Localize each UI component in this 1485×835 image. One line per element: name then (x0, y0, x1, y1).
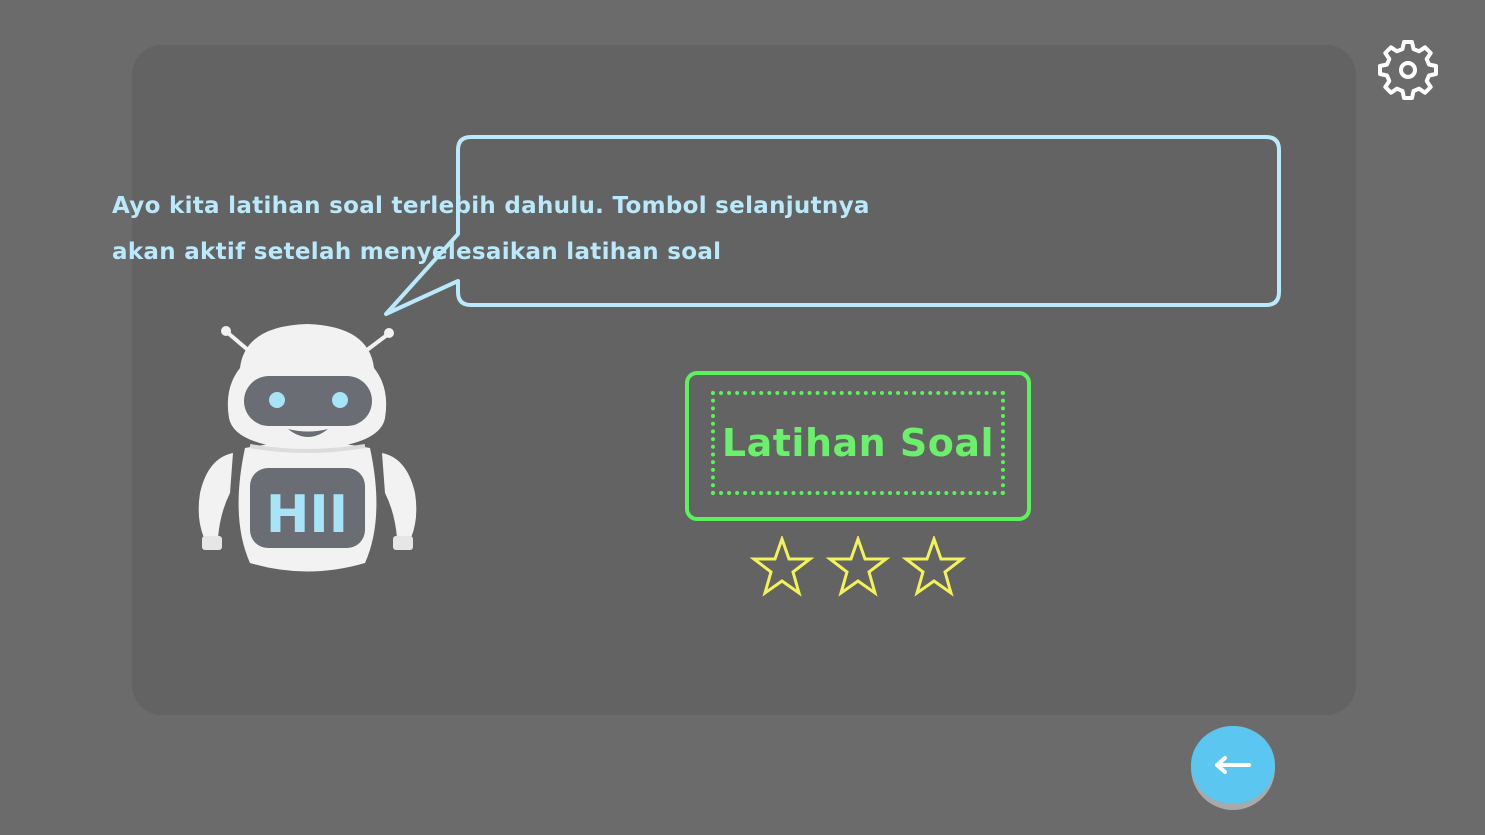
star-rating (750, 536, 966, 598)
robot-mascot: HII (190, 318, 425, 580)
star-outline-icon (750, 536, 814, 597)
screen: Ayo kita latihan soal terlebih dahulu. T… (0, 0, 1485, 835)
robot-arm-left (198, 453, 233, 538)
arrow-left-icon (1215, 756, 1251, 774)
gear-icon (1378, 40, 1438, 100)
robot-antenna-left (226, 331, 250, 352)
back-button-face (1191, 726, 1275, 804)
robot-antenna-right (365, 333, 389, 352)
robot-chest-label: HII (266, 485, 348, 545)
practice-button-label: Latihan Soal (721, 421, 995, 465)
speech-text: Ayo kita latihan soal terlebih dahulu. T… (112, 193, 870, 265)
settings-button[interactable] (1377, 38, 1439, 100)
robot-arm-right (382, 453, 417, 538)
star-outline-icon (902, 536, 966, 597)
practice-button[interactable]: Latihan Soal (685, 371, 1031, 521)
practice-button-frame: Latihan Soal (711, 391, 1005, 495)
back-button[interactable] (1191, 726, 1275, 810)
star-outline-icon (826, 536, 890, 597)
